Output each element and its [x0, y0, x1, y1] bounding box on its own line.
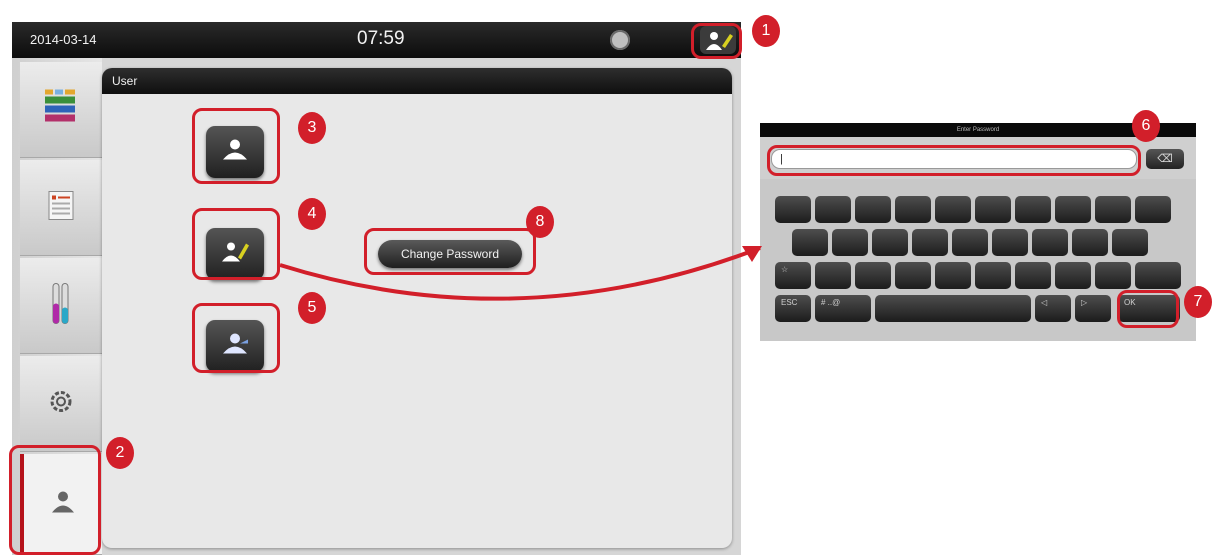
highlight-ok-key [1117, 290, 1179, 328]
keyboard-key[interactable] [1032, 229, 1068, 256]
keyboard-key[interactable] [792, 229, 828, 256]
keyboard-key[interactable] [1112, 229, 1148, 256]
highlight-user-icon [691, 23, 742, 59]
callout-3: 3 [298, 112, 326, 144]
backspace-key[interactable]: ⌫ [1146, 149, 1184, 169]
keyboard-key[interactable] [895, 262, 931, 289]
callout-1: 1 [752, 15, 780, 47]
highlight-change-password [364, 228, 536, 275]
callout-8: 8 [526, 206, 554, 238]
keyboard-key[interactable] [935, 196, 971, 223]
settings-gear-icon [49, 389, 73, 418]
highlight-user-tab [9, 445, 101, 555]
callout-6: 6 [1132, 110, 1160, 142]
keyboard-key[interactable] [895, 196, 931, 223]
keyboard-key[interactable] [872, 229, 908, 256]
reagent-icon [51, 281, 71, 330]
keyboard-key[interactable] [1095, 196, 1131, 223]
station-layout-icon [43, 87, 79, 132]
keyboard-key[interactable] [1055, 196, 1091, 223]
symbol-mode-key[interactable]: # ..@ [815, 295, 871, 322]
keyboard-key[interactable] [1055, 262, 1091, 289]
device-screen: User Change Password [12, 58, 741, 555]
sidebar-item-station-layout[interactable] [20, 62, 102, 158]
esc-key[interactable]: ESC [775, 295, 811, 322]
keyboard-key[interactable] [815, 262, 851, 289]
highlight-standard-user [192, 108, 280, 184]
keyboard-key[interactable] [815, 196, 851, 223]
callout-7: 7 [1184, 286, 1212, 318]
keyboard-key[interactable] [1095, 262, 1131, 289]
keyboard-key[interactable] [832, 229, 868, 256]
callout-2: 2 [106, 437, 134, 469]
keyboard-key[interactable] [975, 196, 1011, 223]
sidebar-item-reagents[interactable] [20, 258, 102, 354]
keyboard-key[interactable] [855, 262, 891, 289]
callout-4: 4 [298, 198, 326, 230]
space-key[interactable] [875, 295, 1031, 322]
keyboard-title: Enter Password [760, 123, 1196, 137]
cursor-left-key[interactable]: ◁ [1035, 295, 1071, 322]
panel-title: User [102, 68, 732, 94]
callout-5: 5 [298, 292, 326, 324]
sidebar-item-settings[interactable] [20, 356, 102, 452]
keyboard-key[interactable] [855, 196, 891, 223]
highlight-password-input [767, 145, 1141, 176]
keyboard-key[interactable] [1135, 196, 1171, 223]
keyboard-key[interactable] [912, 229, 948, 256]
keyboard-key[interactable] [935, 262, 971, 289]
sidebar-item-programs[interactable] [20, 160, 102, 256]
time-label: 07:59 [357, 28, 405, 49]
date-label: 2014-03-14 [30, 32, 97, 47]
keyboard-key[interactable] [1072, 229, 1108, 256]
keyboard-key[interactable] [952, 229, 988, 256]
cursor-right-key[interactable]: ▷ [1075, 295, 1111, 322]
keyboard-key[interactable] [1015, 196, 1051, 223]
highlight-supervisor [192, 208, 280, 280]
keyboard-key[interactable] [975, 262, 1011, 289]
program-list-icon [48, 190, 74, 225]
keyboard-key[interactable] [992, 229, 1028, 256]
keyboard-key[interactable] [775, 196, 811, 223]
keyboard-key[interactable] [1135, 262, 1181, 289]
highlight-service-user [192, 303, 280, 373]
globe-icon[interactable] [610, 30, 630, 50]
keyboard-key[interactable] [1015, 262, 1051, 289]
shift-key[interactable]: ☆ [775, 262, 811, 289]
status-bar: 2014-03-14 07:59 [12, 22, 741, 58]
